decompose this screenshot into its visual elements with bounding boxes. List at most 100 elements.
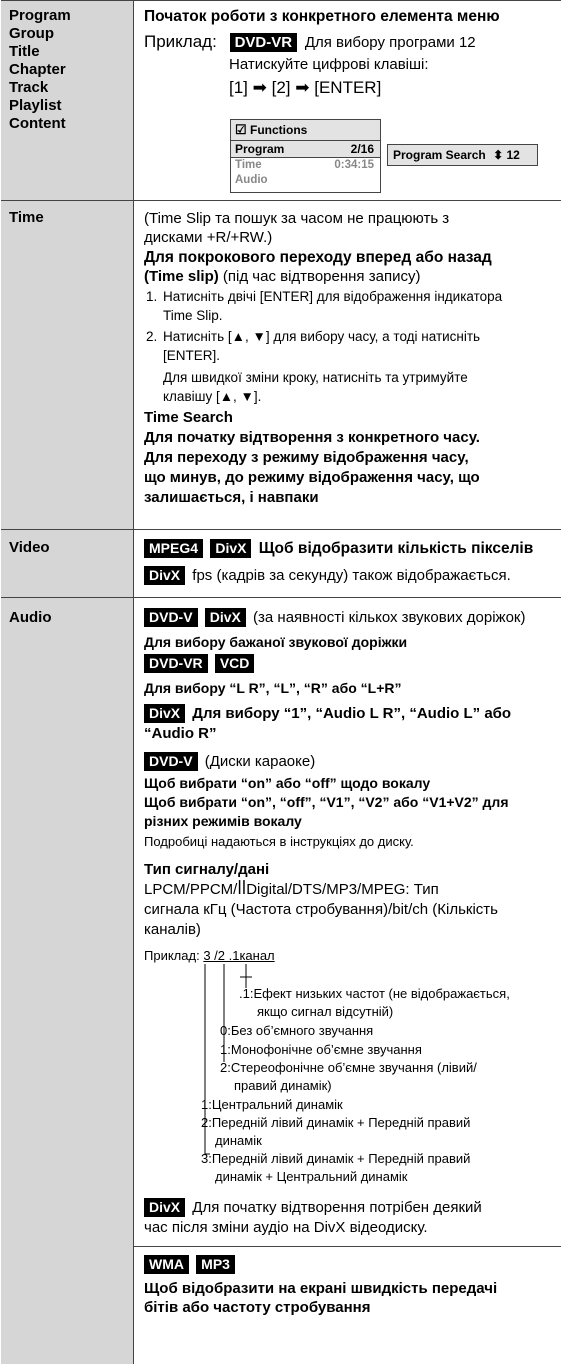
label-time: Time: [9, 209, 44, 226]
step1-line-a: Натисніть двічі [ENTER] для відображення…: [163, 289, 503, 304]
example-label: Приклад:: [144, 32, 217, 51]
osd-row-audio: Audio: [235, 174, 268, 186]
step2-line-d: клавішу [▲, ▼].: [163, 389, 262, 404]
label-cell-time: Time: [1, 201, 134, 530]
content-cell-time: (Time Slip та пошук за часом не працюють…: [134, 201, 561, 530]
audio-divx-note-1: DivX Для початку відтворення потрібен де…: [144, 1198, 482, 1217]
time-note-2: дисками +R/+RW.): [144, 229, 273, 246]
audio-bitrate-2: бітів або частоту стробування: [144, 1299, 371, 1316]
key-enter: [ENTER]: [314, 78, 382, 97]
diagram-s2b: правий динамік): [234, 1078, 332, 1093]
audio-signal-line-1: LPCM/PPCM/ꟾꟾDigital/DTS/MP3/MPEG: Тип: [144, 881, 439, 898]
row-time: Time (Time Slip та пошук за часом не пра…: [1, 200, 561, 530]
audio-vocal-2: Щоб вибрати “on”, “off”, “V1”, “V2” або …: [144, 794, 509, 810]
time-search-line-4: залишається, і навпаки: [144, 489, 319, 506]
osd-time-value: 0:34:15: [334, 159, 374, 171]
badge-mpeg4: MPEG4: [144, 539, 204, 558]
badge-dvd-v: DVD-V: [144, 608, 198, 627]
audio-wma-mp3: WMA MP3: [144, 1255, 238, 1274]
audio-example-label: Приклад:: [144, 948, 200, 963]
osd-program-value: 2/16: [350, 142, 374, 156]
program-search-box: Program Search ⬍ 12: [387, 144, 538, 166]
label-cell-audio: Audio: [1, 598, 134, 1364]
time-search-line-2: Для переходу з режиму відображення часу,: [144, 449, 469, 466]
diagram-s1: 1:Монофонічне об’ємне звучання: [220, 1042, 422, 1057]
diagram-lfe-2: якщо сигнал відсутній): [257, 1004, 394, 1019]
label-playlist: Playlist: [9, 97, 62, 114]
badge-divx: DivX: [144, 1198, 186, 1217]
row-audio: Audio DVD-V DivX (за наявності кількох з…: [1, 597, 561, 1364]
step2-line-c: Для швидкої зміни кроку, натисніть та ут…: [163, 370, 468, 385]
audio-divider: [134, 1246, 561, 1247]
audio-vocal-1: Щоб вибрати “on” або “off” щодо вокалу: [144, 775, 431, 791]
osd-title: Functions: [250, 123, 308, 137]
label-track: Track: [9, 79, 49, 96]
diagram-lfe-1: .1:Ефект низьких частот (не відображаєть…: [239, 986, 510, 1001]
example-text: Для вибору програми 12: [304, 34, 476, 51]
video-fps-text: fps (кадрів за секунду) також відображає…: [192, 567, 511, 584]
audio-signal-line-2: сигнала кГц (Частота стробування)/bit/ch…: [144, 901, 498, 918]
badge-mp3: MP3: [196, 1255, 235, 1274]
video-line-1: MPEG4 DivX Щоб відобразити кількість пік…: [144, 539, 533, 558]
diagram-f1: 1:Центральний динамік: [201, 1097, 343, 1112]
video-pixels-text: Щоб відобразити кількість пікселів: [258, 540, 534, 557]
content-cell-video: MPEG4 DivX Щоб відобразити кількість пік…: [134, 530, 561, 598]
program-example: Приклад: DVD-VR Для вибору програми 12: [144, 31, 476, 53]
diagram-s0: 0:Без об’ємного звучання: [220, 1023, 374, 1038]
time-slip-heading: Для покрокового переходу вперед або наза…: [144, 249, 492, 266]
video-line-2: DivX fps (кадрів за секунду) також відоб…: [144, 566, 511, 585]
audio-badges-vr-vcd: DVD-VR VCD: [144, 654, 257, 673]
label-cell-video: Video: [1, 530, 134, 598]
osd-row-program: Program 2/16: [231, 141, 380, 158]
label-content: Content: [9, 115, 66, 132]
audio-divx-note-text: Для початку відтворення потрібен деякий: [192, 1199, 482, 1216]
row-video: Video MPEG4 DivX Щоб відобразити кількіс…: [1, 529, 561, 598]
audio-divx-note-2: час після зміни аудіо на DivX відеодиску…: [144, 1219, 428, 1236]
diagram-f2a: 2:Передній лівий динамік + Передній прав…: [201, 1115, 471, 1130]
program-search-value: 12: [506, 148, 520, 162]
audio-details: Подробиці надаються в інструкціях до дис…: [144, 834, 414, 849]
badge-divx: DivX: [144, 566, 186, 585]
audio-divx-select-2: “Audio R”: [144, 725, 217, 742]
arrow-right-icon: ➡: [295, 78, 310, 97]
step1-num: 1.: [146, 289, 158, 304]
diagram-f2b: динамік: [215, 1133, 262, 1148]
time-slip-label: (Time slip): [144, 268, 219, 285]
step2-line-a: Натисніть [▲, ▼] для вибору часу, а тоді…: [163, 329, 481, 344]
osd-time-label: Time: [235, 159, 262, 171]
audio-intro: DVD-V DivX (за наявності кількох звукови…: [144, 608, 525, 627]
time-search-line-1: Для початку відтворення з конкретного ча…: [144, 429, 480, 446]
audio-select-track: Для вибору бажаної звукової доріжки: [144, 634, 408, 650]
label-title: Title: [9, 43, 40, 60]
program-search-label: Program Search: [393, 148, 486, 162]
audio-karaoke-text: (Диски караоке): [204, 753, 316, 770]
badge-wma: WMA: [144, 1255, 189, 1274]
osd-row-time: Time 0:34:15: [231, 158, 380, 173]
up-down-arrows-icon: ⬍: [493, 148, 504, 162]
label-audio: Audio: [9, 609, 52, 626]
settings-table: Program Group Title Chapter Track Playli…: [1, 0, 561, 1364]
content-cell-audio: DVD-V DivX (за наявності кількох звукови…: [134, 598, 561, 1364]
diagram-s2a: 2:Стереофонічне об’ємне звучання (лівий/: [220, 1060, 477, 1075]
label-video: Video: [9, 539, 50, 556]
key-1: [1]: [229, 78, 248, 97]
badge-dvd-v: DVD-V: [144, 752, 198, 771]
badge-divx: DivX: [144, 704, 186, 723]
audio-example-value: 3 /2 .1канал: [203, 948, 275, 963]
label-cell-program: Program Group Title Chapter Track Playli…: [1, 1, 134, 201]
key-sequence: [1] ➡ [2] ➡ [ENTER]: [229, 77, 381, 98]
arrow-right-icon: ➡: [252, 78, 267, 97]
functions-osd: ☑ Functions Program 2/16 Time 0:34:15 Au…: [230, 119, 381, 193]
diagram-f3b: динамік + Центральний динамік: [215, 1169, 408, 1184]
badge-dvd-vr: DVD-VR: [229, 33, 298, 52]
diagram-f3a: 3:Передній лівий динамік + Передній прав…: [201, 1151, 471, 1166]
badge-vcd: VCD: [214, 654, 255, 673]
badge-divx: DivX: [210, 539, 252, 558]
key-2: [2]: [271, 78, 291, 97]
row-program: Program Group Title Chapter Track Playli…: [1, 0, 561, 201]
audio-bitrate-1: Щоб відобразити на екрані швидкість пере…: [144, 1280, 498, 1297]
osd-title-bar: ☑ Functions: [231, 120, 380, 141]
time-note-1: (Time Slip та пошук за часом не працюють…: [144, 210, 450, 227]
label-chapter: Chapter: [9, 61, 66, 78]
badge-divx: DivX: [204, 608, 246, 627]
